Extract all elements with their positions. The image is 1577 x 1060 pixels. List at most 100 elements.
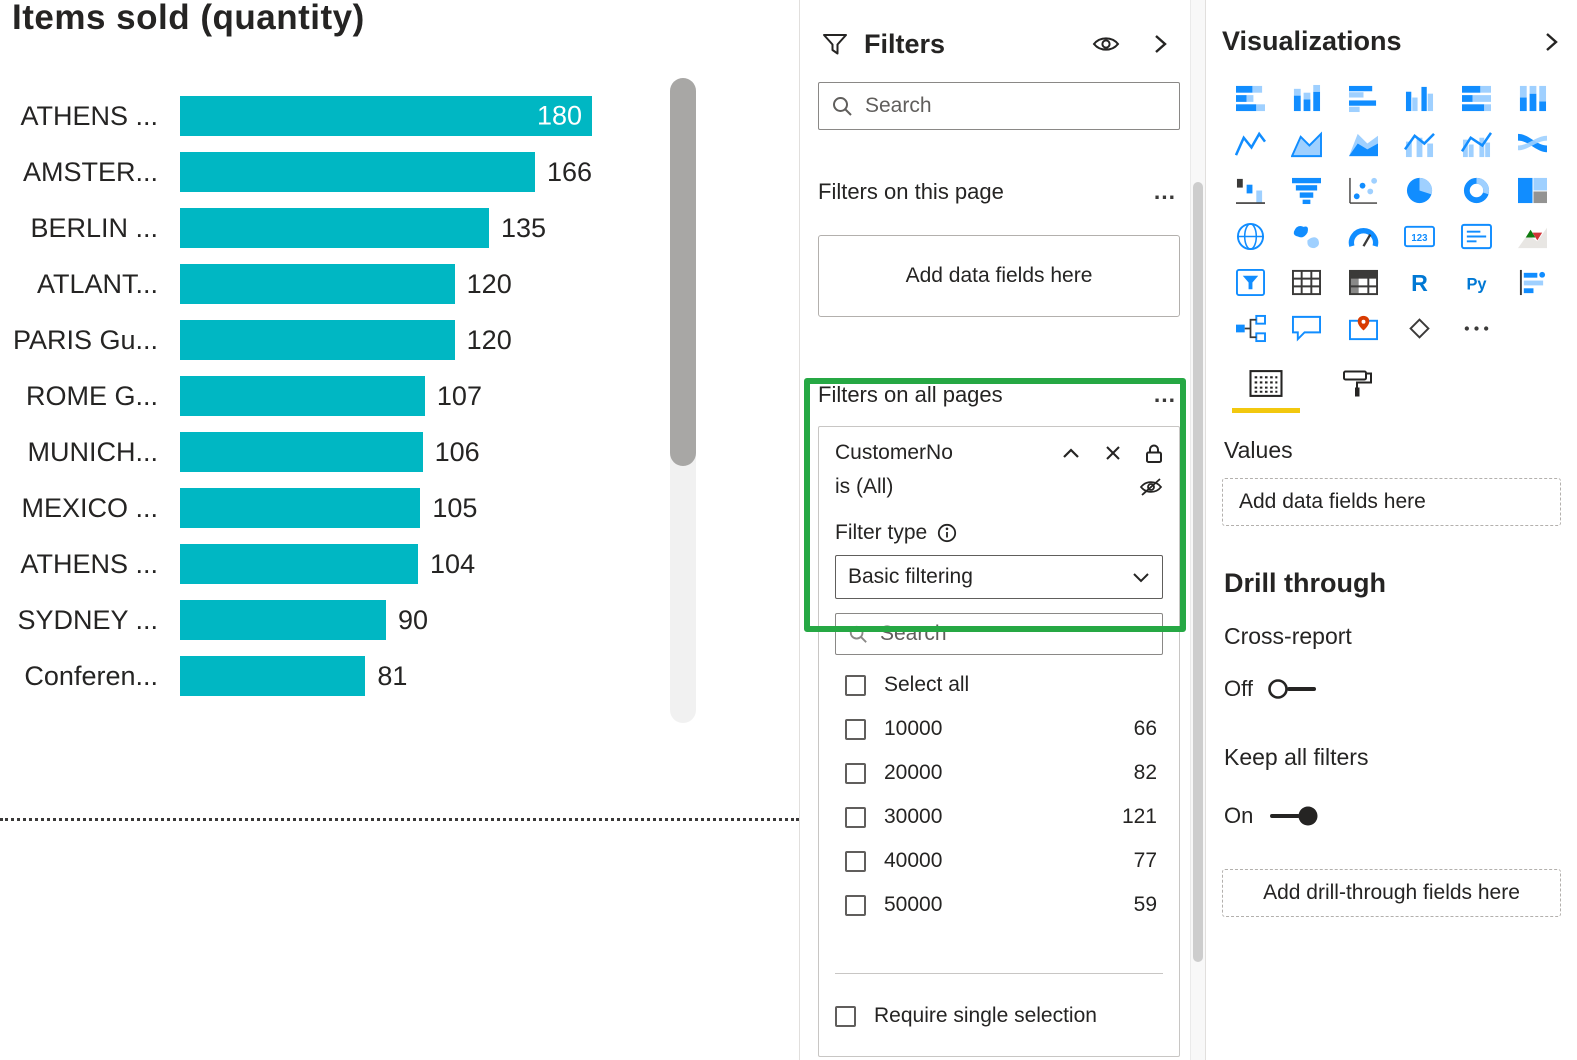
remove-filter-close-icon[interactable]	[1105, 445, 1121, 461]
filter-card-customerno: CustomerNo is (All) Filter type Basic	[818, 426, 1180, 1057]
filter-option-row[interactable]: 30000121	[835, 795, 1163, 839]
chart-scrollbar-thumb[interactable]	[670, 78, 696, 466]
r-script-icon[interactable]: R	[1402, 267, 1438, 298]
line-and-stacked-column-chart-icon[interactable]	[1402, 129, 1438, 160]
key-influencers-icon[interactable]	[1515, 267, 1551, 298]
bar-row[interactable]: ATLANT...120	[0, 256, 592, 312]
more-options-icon[interactable]: ...	[1154, 178, 1176, 205]
checkbox-icon[interactable]	[845, 895, 866, 916]
bar[interactable]	[180, 264, 455, 304]
chart-scrollbar[interactable]	[670, 78, 696, 723]
table-icon[interactable]	[1289, 267, 1325, 298]
pie-chart-icon[interactable]	[1402, 175, 1438, 206]
clustered-bar-chart-icon[interactable]	[1345, 83, 1381, 114]
cross-report-toggle[interactable]: Off	[1222, 676, 1561, 702]
bar[interactable]	[180, 320, 455, 360]
values-dropzone[interactable]: Add data fields here	[1222, 478, 1561, 526]
checkbox-icon[interactable]	[845, 807, 866, 828]
collapse-visualizations-chevron-icon[interactable]	[1541, 30, 1561, 54]
eye-icon[interactable]	[1092, 32, 1120, 56]
clustered-column-chart-icon[interactable]	[1402, 83, 1438, 114]
filter-option-row[interactable]: 5000059	[835, 883, 1163, 927]
filters-search-input[interactable]	[865, 94, 1167, 118]
treemap-icon[interactable]	[1515, 175, 1551, 206]
filters-pane-scrollbar[interactable]	[1190, 0, 1205, 1060]
checkbox-icon[interactable]	[845, 851, 866, 872]
line-and-clustered-column-chart-icon[interactable]	[1458, 129, 1494, 160]
bar-row[interactable]: PARIS Gu...120	[0, 312, 592, 368]
toggle-on-icon[interactable]	[1267, 803, 1319, 829]
card-icon[interactable]: 123	[1402, 221, 1438, 252]
filled-map-icon[interactable]	[1289, 221, 1325, 252]
bar-row[interactable]: BERLIN ...135	[0, 200, 592, 256]
more-options-icon[interactable]	[1458, 313, 1494, 344]
arcgis-map-icon[interactable]	[1345, 313, 1381, 344]
fields-tab[interactable]	[1232, 368, 1300, 413]
waterfall-chart-icon[interactable]	[1232, 175, 1268, 206]
scatter-chart-icon[interactable]	[1345, 175, 1381, 206]
filters-search[interactable]	[818, 82, 1180, 130]
bar-row[interactable]: ATHENS ...180	[0, 88, 592, 144]
lock-filter-icon[interactable]	[1145, 443, 1163, 464]
filter-option-row[interactable]: 1000066	[835, 707, 1163, 751]
python-icon[interactable]: Py	[1458, 267, 1494, 298]
funnel-chart-icon[interactable]	[1289, 175, 1325, 206]
drill-through-dropzone[interactable]: Add drill-through fields here	[1222, 869, 1561, 917]
require-single-selection[interactable]: Require single selection	[835, 994, 1163, 1038]
filter-option-row[interactable]: 2000082	[835, 751, 1163, 795]
bar[interactable]	[180, 376, 425, 416]
filters-pane-scrollbar-thumb[interactable]	[1193, 182, 1203, 962]
map-icon[interactable]	[1232, 221, 1268, 252]
decomposition-tree-icon[interactable]	[1232, 313, 1268, 344]
checkbox-icon[interactable]	[835, 1006, 856, 1027]
format-tab[interactable]	[1324, 368, 1392, 413]
more-options-icon[interactable]: ...	[1154, 381, 1176, 408]
bar-row[interactable]: ATHENS ...104	[0, 536, 592, 592]
hide-filter-eye-slash-icon[interactable]	[1139, 477, 1163, 497]
info-icon[interactable]	[937, 523, 957, 543]
power-apps-icon[interactable]	[1402, 313, 1438, 344]
bar-row[interactable]: AMSTER...166	[0, 144, 592, 200]
filters-this-page-dropzone[interactable]: Add data fields here	[818, 235, 1180, 317]
100-stacked-column-chart-icon[interactable]	[1515, 83, 1551, 114]
gauge-icon[interactable]	[1345, 221, 1381, 252]
checkbox-icon[interactable]	[845, 719, 866, 740]
bar[interactable]	[180, 544, 418, 584]
filter-option-row[interactable]: 4000077	[835, 839, 1163, 883]
stacked-bar-chart-icon[interactable]	[1232, 83, 1268, 114]
ribbon-chart-icon[interactable]	[1515, 129, 1551, 160]
keep-all-filters-toggle[interactable]: On	[1222, 803, 1561, 829]
collapse-filters-chevron-icon[interactable]	[1150, 32, 1170, 56]
filter-type-dropdown[interactable]: Basic filtering	[835, 555, 1163, 599]
matrix-icon[interactable]	[1345, 267, 1381, 298]
bar[interactable]	[180, 432, 423, 472]
donut-chart-icon[interactable]	[1458, 175, 1494, 206]
bar[interactable]	[180, 488, 420, 528]
area-chart-icon[interactable]	[1289, 129, 1325, 160]
bar-row[interactable]: Conferen...81	[0, 648, 592, 704]
select-all-option[interactable]: Select all	[835, 663, 1163, 707]
bar-row[interactable]: MEXICO ...105	[0, 480, 592, 536]
bar-row[interactable]: ROME G...107	[0, 368, 592, 424]
checkbox-icon[interactable]	[845, 675, 866, 696]
stacked-area-chart-icon[interactable]	[1345, 129, 1381, 160]
filter-values-search-input[interactable]	[880, 622, 1151, 646]
100-stacked-bar-chart-icon[interactable]	[1458, 83, 1494, 114]
stacked-column-chart-icon[interactable]	[1289, 83, 1325, 114]
bar[interactable]: 180	[180, 96, 592, 136]
checkbox-icon[interactable]	[845, 763, 866, 784]
kpi-icon[interactable]	[1515, 221, 1551, 252]
bar[interactable]	[180, 208, 489, 248]
q-and-a-icon[interactable]	[1289, 313, 1325, 344]
bar[interactable]	[180, 656, 365, 696]
slicer-icon[interactable]	[1232, 267, 1268, 298]
bar[interactable]	[180, 600, 386, 640]
filter-values-search[interactable]	[835, 613, 1163, 655]
bar[interactable]	[180, 152, 535, 192]
collapse-card-chevron-up-icon[interactable]	[1061, 446, 1081, 460]
toggle-off-icon[interactable]	[1267, 676, 1319, 702]
bar-row[interactable]: SYDNEY ...90	[0, 592, 592, 648]
line-chart-icon[interactable]	[1232, 129, 1268, 160]
bar-row[interactable]: MUNICH...106	[0, 424, 592, 480]
multi-row-card-icon[interactable]	[1458, 221, 1494, 252]
